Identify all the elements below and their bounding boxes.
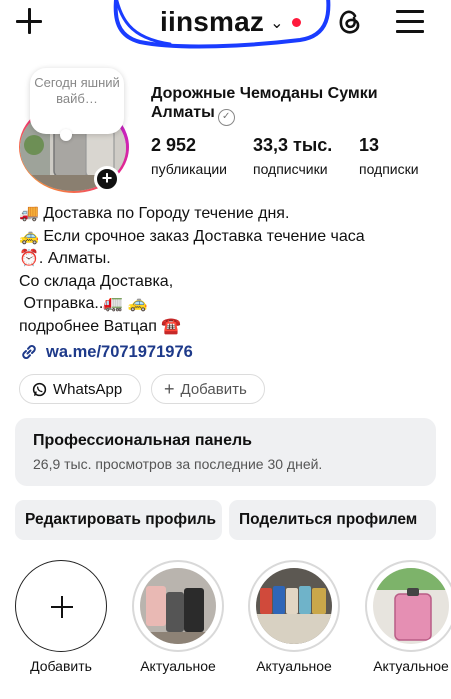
display-name-text: Дорожные Чемоданы Сумки Алматы	[151, 85, 378, 121]
stat-label: подписки	[359, 161, 419, 177]
edit-profile-label: Редактировать профиль	[25, 511, 216, 528]
username: iinsmaz	[160, 6, 265, 37]
share-profile-label: Поделиться профилем	[239, 511, 418, 528]
bio-line: Отправка..🚛 🚕	[19, 295, 148, 312]
pro-panel-title: Профессиональная панель	[33, 432, 252, 449]
stat-following[interactable]: 13 подписки	[359, 135, 419, 177]
display-name: Дорожные Чемоданы Сумки Алматы ✓	[151, 84, 441, 126]
stat-value: 33,3 тыс.	[253, 135, 333, 155]
edit-profile-button[interactable]: Редактировать профиль	[15, 500, 222, 540]
highlight-cover	[132, 560, 224, 652]
highlight-cover	[365, 560, 451, 652]
plus-icon: +	[164, 379, 175, 399]
bio-line: 🚚 Доставка по Городу течение дня.	[19, 205, 290, 222]
whatsapp-chip[interactable]: WhatsApp	[19, 374, 141, 404]
stat-value: 13	[359, 135, 380, 155]
hamburger-menu-icon[interactable]	[396, 9, 426, 35]
whatsapp-chip-label: WhatsApp	[53, 380, 123, 398]
add-link-chip[interactable]: + Добавить	[151, 374, 265, 404]
share-profile-button[interactable]: Поделиться профилем	[229, 500, 436, 540]
top-bar: iinsmaz ⌄	[0, 0, 451, 50]
highlight-item[interactable]: Актуальное	[363, 560, 451, 674]
notification-dot	[291, 17, 301, 27]
threads-icon[interactable]	[334, 6, 366, 38]
highlight-new[interactable]: Добавить	[13, 560, 109, 674]
stat-label: публикации	[151, 161, 227, 177]
bio-line: ⏰. Алматы.	[19, 250, 111, 267]
profile-link[interactable]: wa.me/7071971976	[19, 342, 193, 362]
highlight-label: Актуальное	[373, 658, 449, 674]
account-switcher[interactable]: iinsmaz ⌄	[160, 4, 301, 40]
highlight-item[interactable]: Актуальное	[246, 560, 342, 674]
bio-line: Со склада Доставка,	[19, 272, 174, 290]
highlight-item[interactable]: Актуальное	[130, 560, 226, 674]
bio-line: 🚕 Если срочное заказ Доставка течение ча…	[19, 227, 365, 245]
link-icon	[22, 345, 36, 359]
stat-followers[interactable]: 33,3 тыс. подписчики	[253, 135, 332, 177]
highlight-label: Актуальное	[256, 658, 332, 674]
verified-check-icon: ✓	[217, 109, 235, 126]
pro-panel-subtitle: 26,9 тыс. просмотров за последние 30 дне…	[33, 456, 323, 472]
add-chip-label: Добавить	[180, 380, 247, 398]
bio: 🚚 Доставка по Городу течение дня. 🚕 Если…	[19, 203, 439, 338]
new-highlight-plus-icon	[15, 560, 107, 652]
add-story-plus-icon[interactable]: +	[94, 166, 120, 192]
stat-value: 2 952	[151, 135, 197, 155]
profile-link-text: wa.me/7071971976	[46, 342, 193, 361]
bio-line: подробнее Ватцап ☎️	[19, 317, 182, 335]
whatsapp-icon	[32, 382, 47, 396]
chevron-down-icon: ⌄	[270, 15, 284, 32]
stat-posts[interactable]: 2 952 публикации	[151, 135, 227, 177]
highlight-cover	[248, 560, 340, 652]
plus-icon[interactable]	[14, 6, 46, 38]
highlight-label: Добавить	[30, 658, 92, 674]
profile-note[interactable]: Сегодн яшний вайб…	[30, 68, 124, 141]
highlight-label: Актуальное	[140, 658, 216, 674]
stat-label: подписчики	[253, 161, 328, 177]
professional-dashboard[interactable]: Профессиональная панель 26,9 тыс. просмо…	[15, 418, 436, 486]
